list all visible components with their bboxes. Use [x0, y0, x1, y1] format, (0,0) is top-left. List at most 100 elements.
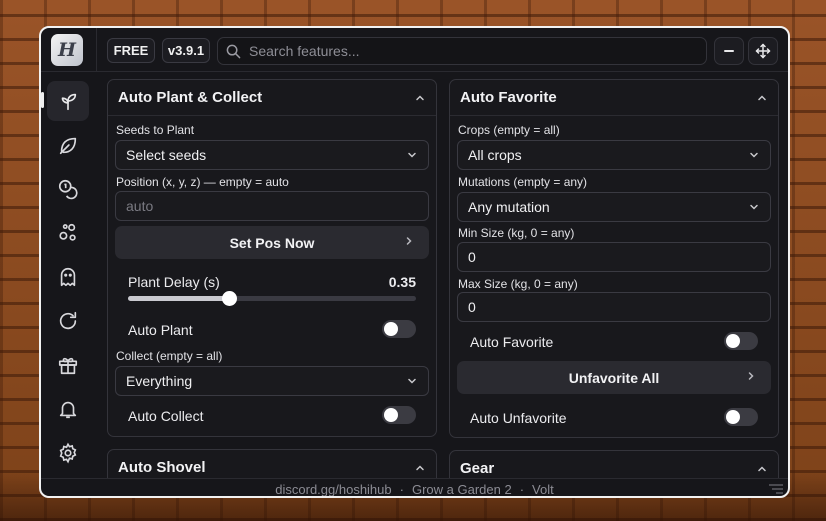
- chevron-right-icon: [406, 237, 412, 245]
- max-size-input[interactable]: 0: [457, 292, 771, 322]
- card-title: Auto Favorite: [460, 89, 557, 106]
- card-title: Auto Plant & Collect: [118, 89, 263, 106]
- seeds-value: Select seeds: [126, 147, 207, 163]
- position-placeholder: auto: [126, 198, 154, 214]
- sidebar-item-settings[interactable]: [47, 433, 89, 473]
- hub-window: H FREE v3.9.1 Search features... Auto Pl…: [39, 26, 790, 498]
- auto-favorite-label: Auto Favorite: [470, 334, 554, 350]
- plant-delay-value: 0.35: [388, 274, 416, 290]
- auto-shovel-header[interactable]: Auto Shovel: [108, 450, 436, 478]
- seeds-dropdown[interactable]: Select seeds: [115, 140, 429, 170]
- chevron-down-icon: [750, 204, 758, 210]
- minus-icon: [724, 50, 734, 52]
- max-size-value: 0: [468, 299, 476, 315]
- sidebar-divider: [96, 28, 97, 71]
- auto-plant-header[interactable]: Auto Plant & Collect: [108, 80, 436, 116]
- min-size-input[interactable]: 0: [457, 242, 771, 272]
- chevron-up-icon[interactable]: [414, 92, 426, 104]
- footer-bar: discord.gg/hoshihub · Grow a Garden 2 · …: [41, 478, 788, 497]
- max-size-label: Max Size (kg, 0 = any): [458, 277, 578, 291]
- toggle-knob: [384, 322, 398, 336]
- gift-icon: [58, 357, 78, 375]
- sidebar-item-farm[interactable]: [47, 81, 89, 121]
- move-button[interactable]: [748, 37, 778, 65]
- crops-label: Crops (empty = all): [458, 123, 560, 137]
- min-size-value: 0: [468, 249, 476, 265]
- card-title: Auto Shovel: [118, 459, 206, 476]
- refresh-icon: [59, 311, 77, 330]
- ghost-icon: [60, 267, 76, 287]
- search-bar[interactable]: [217, 37, 707, 65]
- plan-badge: FREE: [107, 38, 155, 63]
- minimize-button[interactable]: [714, 37, 744, 65]
- auto-favorite-header[interactable]: Auto Favorite: [450, 80, 778, 116]
- logo-letter: H: [58, 39, 76, 61]
- mutations-label: Mutations (empty = any): [458, 175, 588, 189]
- bell-icon: [59, 401, 77, 419]
- auto-plant-label: Auto Plant: [128, 322, 193, 338]
- chevron-up-icon[interactable]: [414, 462, 426, 474]
- set-pos-button[interactable]: Set Pos Now: [115, 226, 429, 259]
- collect-dropdown[interactable]: Everything: [115, 366, 429, 396]
- search-icon: [226, 44, 241, 58]
- chevron-up-icon[interactable]: [756, 463, 768, 475]
- unfavorite-all-label: Unfavorite All: [568, 369, 660, 386]
- active-indicator: [41, 92, 44, 108]
- sidebar-item-seeds[interactable]: [47, 213, 89, 253]
- sidebar: [41, 72, 96, 478]
- sidebar-item-notifications[interactable]: [47, 389, 89, 429]
- content-area: Auto Plant & Collect Seeds to Plant Sele…: [97, 73, 788, 478]
- crops-value: All crops: [468, 147, 522, 163]
- auto-favorite-toggle[interactable]: [724, 332, 758, 350]
- gear-icon: [59, 442, 77, 464]
- auto-collect-label: Auto Collect: [128, 408, 204, 424]
- resize-grip-icon[interactable]: [768, 483, 784, 495]
- auto-unfavorite-label: Auto Unfavorite: [470, 410, 567, 426]
- chevron-up-icon[interactable]: [756, 92, 768, 104]
- chevron-down-icon: [408, 378, 416, 384]
- plant-delay-label: Plant Delay (s): [128, 274, 220, 290]
- auto-shovel-card: Auto Shovel: [107, 449, 437, 478]
- discord-link[interactable]: discord.gg/hoshihub: [275, 482, 391, 496]
- collect-value: Everything: [126, 373, 193, 389]
- card-title: Gear: [460, 460, 495, 477]
- set-pos-label: Set Pos Now: [229, 234, 315, 251]
- collect-label: Collect (empty = all): [116, 349, 223, 363]
- gear-header[interactable]: Gear: [450, 451, 778, 478]
- seeds-label: Seeds to Plant: [116, 123, 195, 137]
- toggle-knob: [726, 410, 740, 424]
- auto-collect-toggle[interactable]: [382, 406, 416, 424]
- mutations-dropdown[interactable]: Any mutation: [457, 192, 771, 222]
- leaf-icon: [59, 137, 77, 155]
- unfavorite-all-button[interactable]: Unfavorite All: [457, 361, 771, 394]
- sprout-icon: [61, 93, 77, 111]
- version-badge: v3.9.1: [162, 38, 210, 63]
- sidebar-item-automation[interactable]: [47, 301, 89, 341]
- auto-unfavorite-toggle[interactable]: [724, 408, 758, 426]
- min-size-label: Min Size (kg, 0 = any): [458, 226, 575, 240]
- position-input[interactable]: auto: [115, 191, 429, 221]
- chevron-down-icon: [750, 152, 758, 158]
- toggle-knob: [384, 408, 398, 422]
- executor-name: Volt: [532, 482, 554, 497]
- sidebar-item-gifts[interactable]: [47, 345, 89, 385]
- slider-fill: [128, 296, 229, 301]
- game-name: Grow a Garden 2: [411, 482, 512, 497]
- footer-separator: ·: [399, 482, 404, 497]
- gear-card: Gear: [449, 450, 779, 478]
- chevron-right-icon: [748, 372, 754, 380]
- move-icon: [755, 43, 771, 59]
- slider-knob[interactable]: [221, 291, 237, 306]
- auto-plant-toggle[interactable]: [382, 320, 416, 338]
- position-label: Position (x, y, z) — empty = auto: [116, 175, 289, 189]
- sidebar-item-economy[interactable]: [47, 169, 89, 209]
- search-input[interactable]: [249, 43, 689, 59]
- hub-logo: H: [51, 34, 83, 66]
- sidebar-item-plants[interactable]: [47, 125, 89, 165]
- footer-separator: ·: [519, 482, 525, 497]
- auto-favorite-card: Auto Favorite Crops (empty = all) All cr…: [449, 79, 779, 438]
- sidebar-item-pets[interactable]: [47, 257, 89, 297]
- seeds-icon: [59, 223, 76, 241]
- crops-dropdown[interactable]: All crops: [457, 140, 771, 170]
- plant-delay-slider[interactable]: [128, 291, 416, 306]
